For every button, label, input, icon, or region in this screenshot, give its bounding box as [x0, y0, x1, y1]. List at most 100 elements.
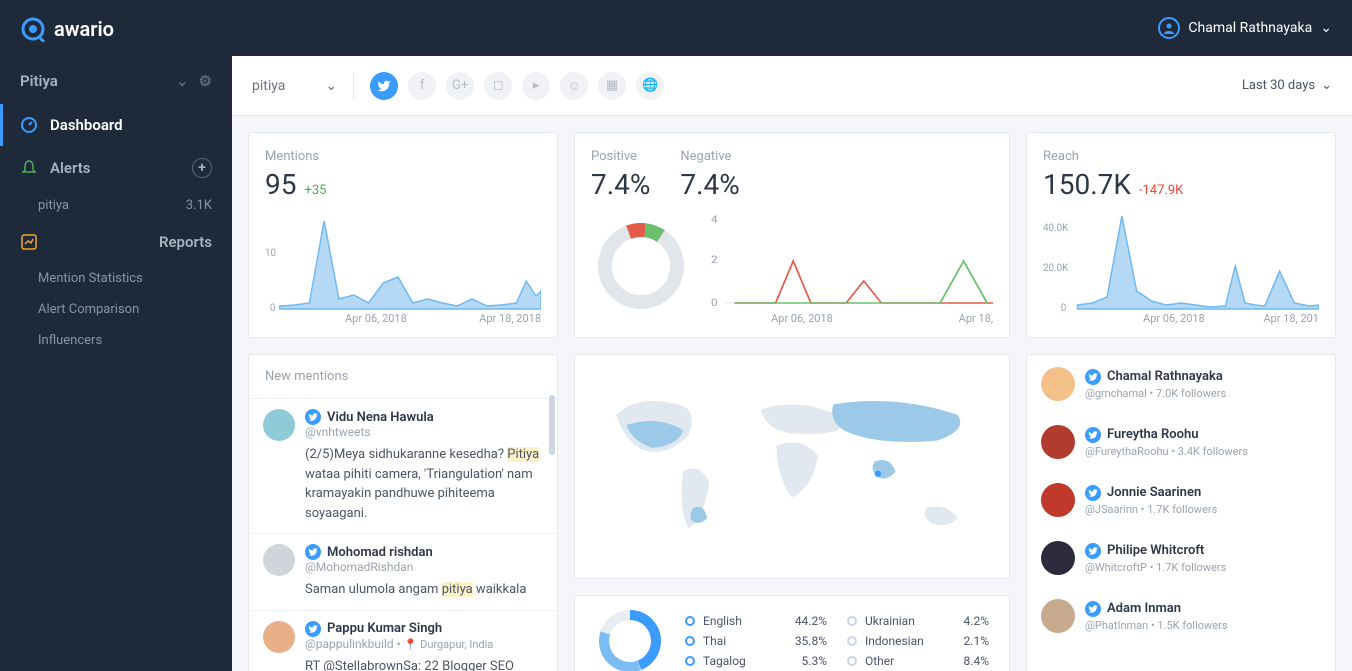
mention-text: RT @StellabrownSa: 22 Blogger SEO	[305, 657, 543, 671]
influencer-handle: @FureythaRoohu	[1085, 445, 1169, 458]
positive-value: 7.4%	[591, 168, 650, 201]
influencer-item[interactable]: Fureytha Roohu@FureythaRoohu • 3.4K foll…	[1027, 413, 1335, 471]
language-item[interactable]: Other8.4%	[847, 654, 989, 668]
mention-item[interactable]: Mohomad rishdan@MohomadRishdanSaman ulum…	[249, 533, 557, 610]
influencer-avatar	[1041, 425, 1075, 459]
brand-name: awario	[54, 17, 114, 41]
project-selector[interactable]: Pitiya ⌄ ⚙	[20, 72, 212, 90]
languages-donut	[595, 606, 665, 671]
reach-chart: 40.0K 20.0K 0 Apr 06, 2018 Apr 18, 201	[1043, 211, 1319, 321]
mention-item[interactable]: Vidu Nena Hawula@vnhtweets(2/5)Meya sidh…	[249, 398, 557, 533]
sentiment-line-chart: 4 2 0 Apr 06, 2018 Apr 18,	[711, 211, 993, 321]
report-alert-comparison[interactable]: Alert Comparison	[0, 294, 232, 325]
twitter-filter-icon[interactable]	[370, 72, 398, 100]
twitter-icon	[305, 409, 321, 425]
influencer-item[interactable]: Chamal Rathnayaka@gmchamal • 7.0K follow…	[1027, 355, 1335, 413]
gear-icon[interactable]: ⚙	[199, 72, 212, 90]
chevron-down-icon: ⌄	[325, 78, 337, 94]
reddit-filter-icon[interactable]: ☺	[560, 72, 588, 100]
web-filter-icon[interactable]: 🌐	[636, 72, 664, 100]
report-mention-stats[interactable]: Mention Statistics	[0, 263, 232, 294]
news-filter-icon[interactable]: ▦	[598, 72, 626, 100]
influencer-item[interactable]: Adam Inman@PhatInman • 1.5K followers	[1027, 587, 1335, 645]
chart-icon	[20, 233, 38, 251]
language-item[interactable]: Thai35.8%	[685, 634, 827, 648]
reach-value: 150.7K	[1043, 168, 1131, 201]
instagram-filter-icon[interactable]: ◻	[484, 72, 512, 100]
date-range-selector[interactable]: Last 30 days ⌄	[1242, 78, 1332, 93]
alert-item-pitiya[interactable]: pitiya 3.1K	[0, 190, 232, 221]
influencer-avatar	[1041, 599, 1075, 633]
chevron-down-icon[interactable]: ⌄	[176, 72, 189, 90]
user-menu[interactable]: Chamal Rathnayaka ⌄	[1158, 17, 1332, 39]
facebook-filter-icon[interactable]: f	[408, 72, 436, 100]
googleplus-filter-icon[interactable]: G+	[446, 72, 474, 100]
svg-text:0: 0	[270, 303, 276, 314]
project-name: Pitiya	[20, 72, 58, 90]
nav-dashboard-label: Dashboard	[50, 116, 123, 134]
influencer-followers: 1.5K followers	[1157, 619, 1227, 632]
influencer-name: Chamal Rathnayaka	[1107, 369, 1223, 384]
twitter-icon	[1085, 485, 1101, 501]
alert-selector-label: pitiya	[252, 78, 285, 94]
influencer-item[interactable]: Jonnie Saarinen@JSaarinn • 1.7K follower…	[1027, 471, 1335, 529]
svg-text:40.0K: 40.0K	[1043, 223, 1069, 234]
bullet-icon	[847, 616, 857, 626]
twitter-icon	[1085, 543, 1101, 559]
reach-card: Reach 150.7K -147.9K 40.0K 20.0K 0	[1026, 132, 1336, 338]
mention-author: Mohomad rishdan	[327, 545, 433, 560]
sentiment-donut	[591, 216, 691, 316]
twitter-icon	[1085, 601, 1101, 617]
language-pct: 4.2%	[964, 614, 989, 628]
influencer-name: Adam Inman	[1107, 601, 1181, 616]
sentiment-card: Positive 7.4% Negative 7.4%	[574, 132, 1010, 338]
language-pct: 8.4%	[964, 654, 989, 668]
language-item[interactable]: Indonesian2.1%	[847, 634, 989, 648]
influencer-name: Fureytha Roohu	[1107, 427, 1199, 442]
languages-panel: English 44.2% Ukrainian4.2% Thai35.8% Indone…	[574, 595, 1010, 671]
svg-text:20.0K: 20.0K	[1043, 263, 1069, 274]
map-panel	[574, 354, 1010, 579]
gauge-icon	[20, 116, 38, 134]
nav-reports[interactable]: Reports	[0, 221, 232, 263]
influencer-avatar	[1041, 367, 1075, 401]
influencer-avatar	[1041, 541, 1075, 575]
influencer-followers: 7.0K followers	[1156, 387, 1226, 400]
alert-item-count: 3.1K	[186, 198, 212, 213]
scrollbar[interactable]	[549, 395, 555, 455]
negative-value: 7.4%	[680, 168, 739, 201]
alert-item-name: pitiya	[38, 198, 69, 213]
brand-logo[interactable]: awario	[0, 0, 232, 58]
world-map[interactable]	[585, 365, 999, 568]
bullet-icon	[685, 636, 695, 646]
influencer-avatar	[1041, 483, 1075, 517]
language-item[interactable]: Ukrainian4.2%	[847, 614, 989, 628]
nav-alerts[interactable]: Alerts +	[0, 146, 232, 190]
influencer-followers: 1.7K followers	[1156, 561, 1226, 574]
add-alert-button[interactable]: +	[192, 158, 212, 178]
bullet-icon	[685, 656, 695, 666]
user-name: Chamal Rathnayaka	[1188, 20, 1312, 36]
negative-label: Negative	[680, 149, 739, 164]
mention-item[interactable]: Pappu Kumar Singh@pappulinkbuild • 📍 Dur…	[249, 610, 557, 671]
youtube-filter-icon[interactable]: ▸	[522, 72, 550, 100]
mention-author: Pappu Kumar Singh	[327, 621, 442, 636]
language-pct: 44.2%	[795, 614, 827, 628]
influencer-handle: @JSaarinn	[1085, 503, 1138, 516]
svg-text:0: 0	[1061, 303, 1067, 314]
mention-author: Vidu Nena Hawula	[327, 410, 434, 425]
report-influencers[interactable]: Influencers	[0, 325, 232, 356]
language-name: Thai	[703, 634, 787, 648]
alert-selector[interactable]: pitiya ⌄	[252, 78, 337, 94]
nav-alerts-label: Alerts	[50, 159, 91, 177]
language-name: Indonesian	[865, 634, 956, 648]
influencer-item[interactable]: Philipe Whitcroft@WhitcroftP • 1.7K foll…	[1027, 529, 1335, 587]
mention-avatar	[263, 621, 295, 653]
svg-text:0: 0	[711, 297, 718, 309]
nav-dashboard[interactable]: Dashboard	[0, 104, 232, 146]
reach-delta: -147.9K	[1139, 183, 1183, 198]
language-item[interactable]: Tagalog5.3%	[685, 654, 827, 668]
language-name: English	[703, 614, 787, 628]
language-item[interactable]: English 44.2%	[685, 614, 827, 628]
chevron-down-icon: ⌄	[1320, 20, 1332, 36]
